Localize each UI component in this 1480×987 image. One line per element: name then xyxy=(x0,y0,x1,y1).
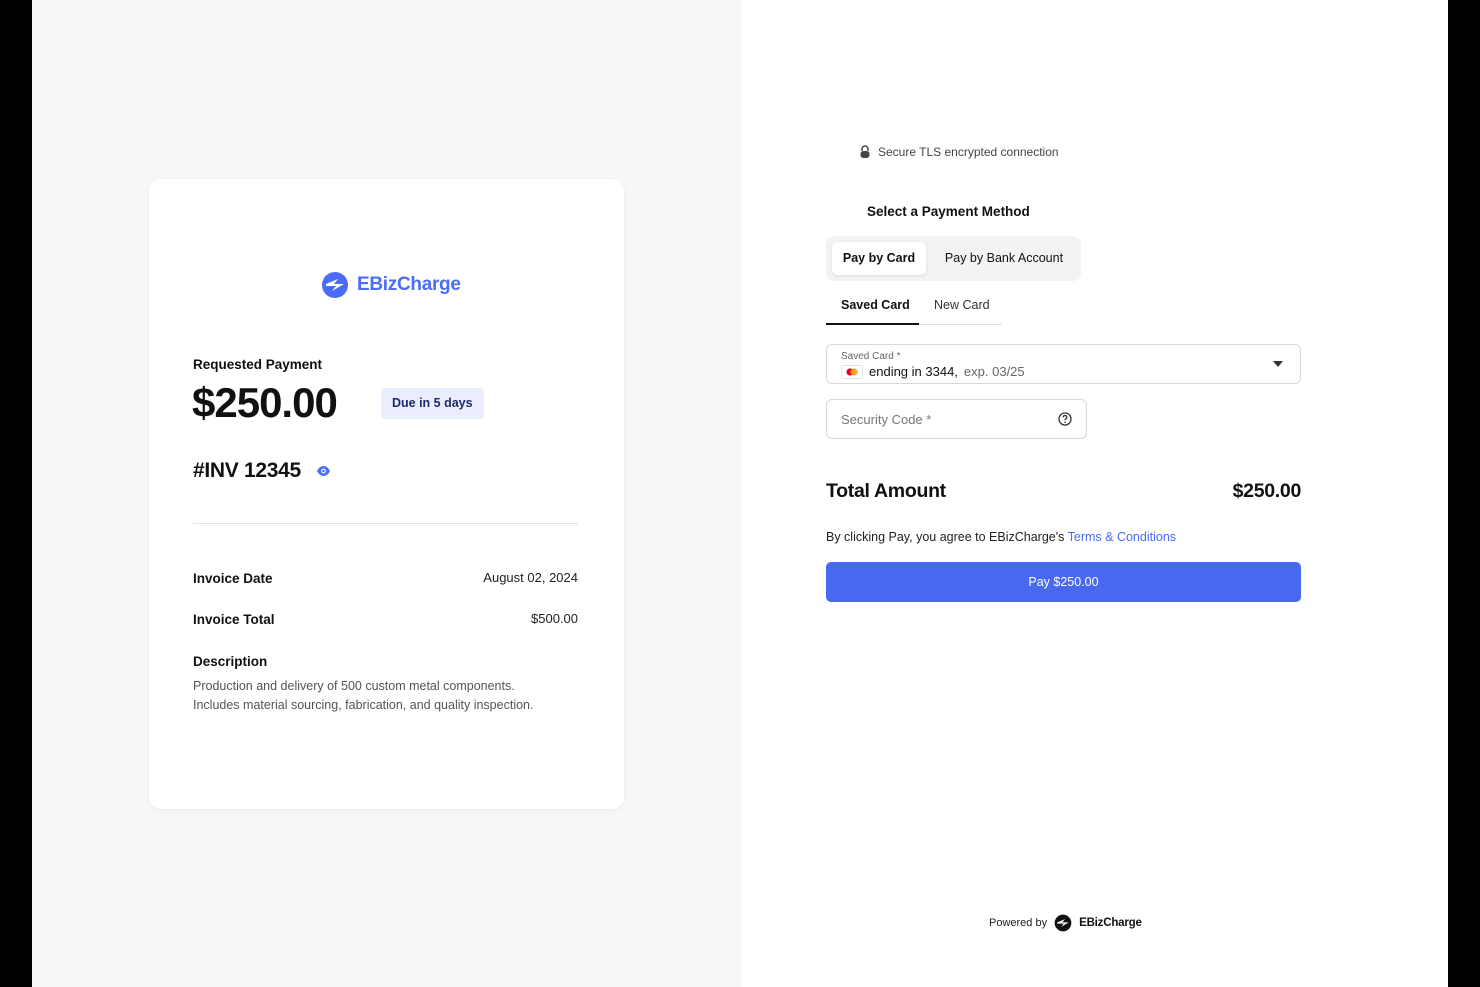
help-circle-icon[interactable] xyxy=(1058,412,1072,426)
invoice-number: #INV 12345 xyxy=(193,459,301,482)
payment-method-title: Select a Payment Method xyxy=(867,204,1030,219)
secure-text: Secure TLS encrypted connection xyxy=(878,145,1059,159)
ebizcharge-logo-icon xyxy=(322,272,348,298)
terms-link[interactable]: Terms & Conditions xyxy=(1068,530,1176,544)
saved-card-label: Saved Card * xyxy=(841,351,901,362)
security-code-field[interactable]: Security Code * xyxy=(826,399,1087,439)
tab-pay-by-bank-account[interactable]: Pay by Bank Account xyxy=(932,242,1076,275)
brand-logo: EBizCharge xyxy=(321,271,461,299)
lock-icon xyxy=(860,145,870,158)
description-line-2: Includes material sourcing, fabrication,… xyxy=(193,698,534,712)
ebizcharge-logo-icon xyxy=(1054,914,1072,932)
card-expiry: exp. 03/25 xyxy=(963,364,1025,379)
divider xyxy=(193,523,578,524)
tab-pay-by-card[interactable]: Pay by Card xyxy=(832,242,926,275)
invoice-date-label: Invoice Date xyxy=(193,571,273,586)
saved-card-select[interactable]: Saved Card * ending in 3344, exp. 03/25 xyxy=(826,344,1301,384)
brand-name: EBizCharge xyxy=(357,274,461,295)
description-line-1: Production and delivery of 500 custom me… xyxy=(193,679,515,693)
secure-connection: Secure TLS encrypted connection xyxy=(859,145,1059,159)
invoice-date-value: August 02, 2024 xyxy=(483,570,578,585)
agreement-text: By clicking Pay, you agree to EBizCharge… xyxy=(826,530,1176,544)
invoice-card: EBizCharge Requested Payment $250.00 Due… xyxy=(149,179,624,809)
invoice-total-value: $500.00 xyxy=(531,611,578,626)
total-amount-value: $250.00 xyxy=(1232,480,1302,502)
invoice-total-label: Invoice Total xyxy=(193,612,275,627)
agreement-prefix: By clicking Pay, you agree to EBizCharge… xyxy=(826,530,1065,544)
card-ending: ending in 3344, xyxy=(869,364,958,379)
payment-method-tabs: Pay by Card Pay by Bank Account xyxy=(826,236,1081,281)
requested-payment-label: Requested Payment xyxy=(193,357,323,372)
security-code-placeholder: Security Code * xyxy=(841,412,932,427)
eye-icon[interactable] xyxy=(316,465,331,477)
invoice-panel: EBizCharge Requested Payment $250.00 Due… xyxy=(32,0,741,987)
description-text: Production and delivery of 500 custom me… xyxy=(193,677,573,715)
powered-by: Powered by EBizCharge xyxy=(989,914,1142,932)
powered-by-label: Powered by xyxy=(989,917,1048,929)
mastercard-icon xyxy=(841,364,863,379)
active-tab-indicator xyxy=(826,323,919,325)
card-source-tabs: Saved Card New Card xyxy=(826,290,1002,325)
chevron-down-icon[interactable] xyxy=(1273,361,1283,367)
tab-saved-card[interactable]: Saved Card xyxy=(841,298,910,312)
description-label: Description xyxy=(193,654,268,669)
total-amount-label: Total Amount xyxy=(826,480,946,502)
pay-button[interactable]: Pay $250.00 xyxy=(826,562,1301,602)
powered-by-brand: EBizCharge xyxy=(1079,917,1142,929)
requested-amount: $250.00 xyxy=(192,379,338,426)
saved-card-value: ending in 3344, exp. 03/25 xyxy=(841,364,1025,379)
due-badge: Due in 5 days xyxy=(381,388,484,419)
tab-new-card[interactable]: New Card xyxy=(934,298,990,312)
